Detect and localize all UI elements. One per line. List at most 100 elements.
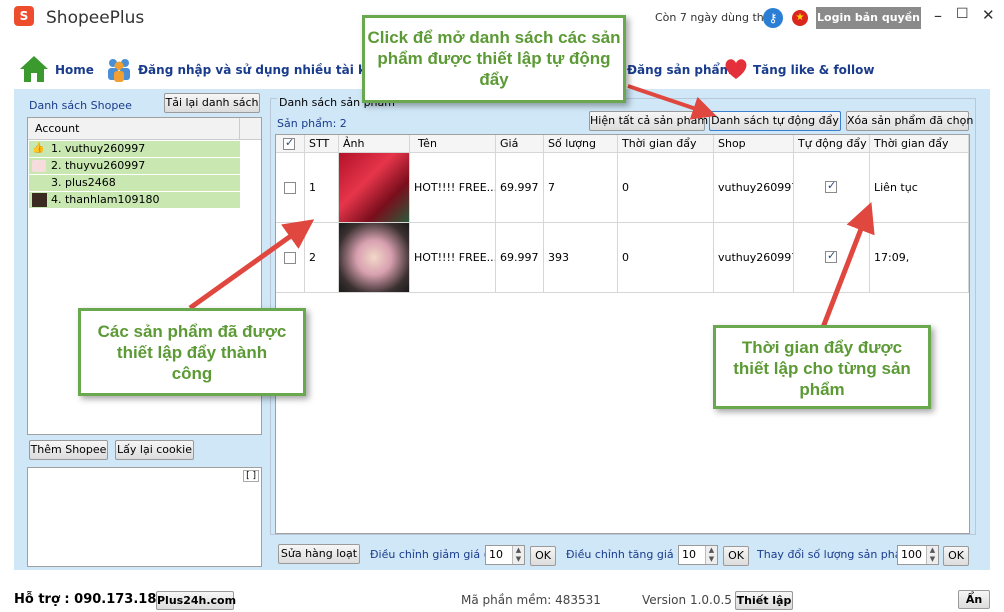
site-link-button[interactable]: Plus24h.com — [156, 591, 236, 610]
product-thumbnail — [339, 153, 409, 222]
callout-right-text: Thời gian đẩy được thiết lập cho từng sả… — [733, 338, 911, 399]
quantity-change-input[interactable]: 100 ▲ ▼ — [897, 545, 939, 565]
cell-price: 69.997 — [496, 153, 544, 223]
account-name: 1. vuthuy260997 — [51, 142, 146, 155]
header-schedule[interactable]: Thời gian đẩy — [870, 135, 969, 153]
reload-list-button[interactable]: Tải lại danh sách — [164, 93, 260, 113]
cell-price: 69.997 — [496, 223, 544, 293]
spinner-arrows-icon[interactable]: ▲ ▼ — [705, 546, 717, 564]
heart-icon[interactable] — [723, 57, 749, 81]
key-icon[interactable]: ⚷ — [763, 8, 783, 28]
header-image[interactable]: Ảnh — [339, 135, 410, 153]
log-bracket: [ ] — [243, 470, 259, 482]
version-text: Version 1.0.0.5 — [642, 593, 732, 607]
decrease-price-label: Điều chỉnh giảm giá (%) — [370, 548, 503, 561]
spinner-arrows-icon[interactable]: ▲ ▼ — [512, 546, 524, 564]
log-textbox[interactable]: [ ] — [27, 467, 262, 567]
cell-push-time: 0 — [618, 153, 714, 223]
cell-image — [339, 153, 410, 223]
get-cookie-button[interactable]: Lấy lại cookie — [115, 440, 194, 460]
minimize-icon[interactable]: – — [934, 6, 942, 25]
delete-selected-button[interactable]: Xóa sản phẩm đã chọn — [846, 111, 973, 131]
trial-text: Còn 7 ngày dùng thử — [655, 11, 771, 24]
vn-flag-icon[interactable]: ★ — [792, 10, 808, 26]
header-price[interactable]: Giá — [496, 135, 544, 153]
decrease-price-input[interactable]: 10 ▲ ▼ — [485, 545, 525, 565]
nav-home[interactable]: Home — [55, 63, 94, 77]
header-divider — [239, 118, 240, 140]
decrease-ok-button[interactable]: OK — [530, 546, 556, 566]
increase-price-input[interactable]: 10 ▲ ▼ — [678, 545, 718, 565]
row-checkbox[interactable] — [284, 182, 296, 194]
app-logo-icon: S — [14, 6, 34, 26]
quantity-ok-button[interactable]: OK — [943, 546, 969, 566]
table-row[interactable]: 1 HOT!!!! FREE... 69.997 7 0 vuthuy26099… — [276, 153, 969, 223]
cell-quantity: 393 — [544, 223, 618, 293]
avatar — [32, 160, 46, 172]
cell-shop: vuthuy260997 — [714, 223, 794, 293]
product-thumbnail — [339, 223, 409, 292]
decrease-value: 10 — [489, 548, 503, 561]
callout-schedule: Thời gian đẩy được thiết lập cho từng sả… — [713, 325, 931, 409]
account-header-label: Account — [35, 122, 80, 135]
bulk-edit-button[interactable]: Sửa hàng loạt — [278, 544, 360, 564]
cell-auto-push — [794, 153, 870, 223]
header-quantity[interactable]: Số lượng — [544, 135, 618, 153]
home-icon[interactable] — [19, 55, 49, 83]
settings-button[interactable]: Thiết lập — [735, 591, 793, 610]
cell-name: HOT!!!! FREE... — [410, 223, 496, 293]
callout-auto-list: Click để mở danh sách các sản phẩm được … — [362, 15, 626, 103]
auto-push-checkbox[interactable] — [825, 179, 837, 193]
row-select — [276, 223, 305, 293]
maximize-icon[interactable]: ☐ — [956, 6, 969, 22]
account-row-1[interactable]: 👍 1. vuthuy260997 — [29, 141, 240, 157]
quantity-change-label: Thay đổi số lượng sản phẩm — [757, 548, 913, 561]
status-bar: Hỗ trợ : 090.173.1871 Plus24h.com Mã phầ… — [0, 588, 1004, 612]
increase-ok-button[interactable]: OK — [723, 546, 749, 566]
increase-value: 10 — [682, 548, 696, 561]
account-name: 3. plus2468 — [51, 176, 116, 189]
cell-stt: 2 — [305, 223, 339, 293]
cell-stt: 1 — [305, 153, 339, 223]
header-select — [276, 135, 305, 153]
nav-like-follow[interactable]: Tăng like & follow — [753, 63, 874, 77]
account-row-4[interactable]: 4. thanhlam109180 — [29, 192, 240, 208]
header-push-time[interactable]: Thời gian đẩy — [618, 135, 714, 153]
cell-image — [339, 223, 410, 293]
auto-push-checkbox[interactable] — [825, 249, 837, 263]
account-name: 4. thanhlam109180 — [51, 193, 160, 206]
account-name: 2. thuyvu260997 — [51, 159, 146, 172]
header-name[interactable]: Tên — [410, 135, 496, 153]
avatar — [32, 193, 47, 207]
row-checkbox[interactable] — [284, 252, 296, 264]
app-title: ShopeePlus — [46, 8, 145, 28]
header-auto-push[interactable]: Tự động đẩy — [794, 135, 870, 153]
increase-price-label: Điều chỉnh tăng giá (%) — [566, 548, 697, 561]
cell-quantity: 7 — [544, 153, 618, 223]
callout-left-text: Các sản phẩm đã được thiết lập đẩy thành… — [97, 322, 287, 383]
close-icon[interactable]: ✕ — [982, 6, 995, 24]
account-column-header: Account — [28, 118, 261, 140]
select-all-checkbox[interactable] — [283, 136, 295, 150]
product-count: Sản phẩm: 2 — [277, 117, 347, 130]
support-phone: Hỗ trợ : 090.173.1871 — [14, 592, 175, 607]
cell-auto-push — [794, 223, 870, 293]
account-row-3[interactable]: 3. plus2468 — [29, 175, 240, 191]
software-code: Mã phần mềm: 483531 — [461, 593, 601, 607]
hide-button[interactable]: Ẩn — [958, 590, 990, 609]
spinner-arrows-icon[interactable]: ▲ ▼ — [926, 546, 938, 564]
auto-list-button[interactable]: Danh sách tự động đẩy — [709, 111, 841, 131]
cell-push-time: 0 — [618, 223, 714, 293]
header-shop[interactable]: Shop — [714, 135, 794, 153]
header-stt[interactable]: STT — [305, 135, 339, 153]
users-icon[interactable] — [105, 56, 133, 82]
add-shopee-button[interactable]: Thêm Shopee — [29, 440, 108, 460]
login-button[interactable]: Login bản quyền — [816, 7, 921, 29]
table-row[interactable]: 2 HOT!!!! FREE... 69.997 393 0 vuthuy260… — [276, 223, 969, 293]
shopee-list-title: Danh sách Shopee — [29, 99, 132, 112]
callout-top-text: Click để mở danh sách các sản phẩm được … — [367, 28, 621, 89]
show-all-button[interactable]: Hiện tất cả sản phẩm — [589, 111, 708, 131]
thumbs-up-icon: 👍 — [32, 143, 45, 154]
account-row-2[interactable]: 2. thuyvu260997 — [29, 158, 240, 174]
nav-post-product[interactable]: Đăng sản phẩm — [627, 63, 732, 77]
